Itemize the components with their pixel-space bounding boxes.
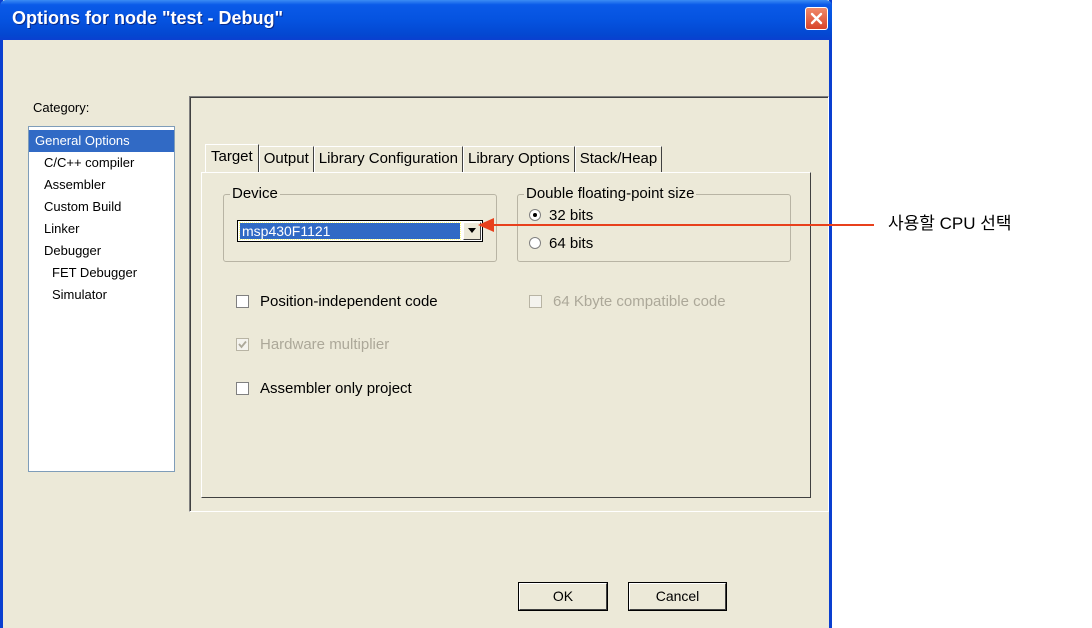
tab-target[interactable]: Target bbox=[205, 144, 259, 172]
category-item-assembler[interactable]: Assembler bbox=[29, 174, 174, 196]
checkbox-64k-compatible: 64 Kbyte compatible code bbox=[529, 291, 726, 311]
category-item-general-options[interactable]: General Options bbox=[29, 130, 174, 152]
checkbox-position-independent-label: Position-independent code bbox=[260, 292, 438, 310]
tab-output[interactable]: Output bbox=[258, 146, 314, 172]
category-item-fet-debugger[interactable]: FET Debugger bbox=[29, 262, 174, 284]
close-button[interactable] bbox=[805, 7, 828, 30]
checkbox-position-independent[interactable]: Position-independent code bbox=[236, 291, 438, 311]
checkbox-hardware-multiplier-box bbox=[236, 337, 249, 351]
close-icon bbox=[810, 12, 823, 25]
options-dialog: Options for node "test - Debug" Category… bbox=[0, 0, 832, 628]
checkbox-assembler-only[interactable]: Assembler only project bbox=[236, 378, 412, 398]
category-list[interactable]: General Options C/C++ compiler Assembler… bbox=[28, 126, 175, 472]
category-label: Category: bbox=[33, 100, 90, 115]
checkbox-hardware-multiplier-label: Hardware multiplier bbox=[260, 335, 390, 353]
ok-button[interactable]: OK bbox=[518, 582, 608, 611]
checkbox-assembler-only-box[interactable] bbox=[236, 381, 249, 395]
chevron-down-icon bbox=[468, 228, 476, 233]
checkbox-64k-compatible-box bbox=[529, 294, 542, 308]
radio-64-bits-indicator[interactable] bbox=[529, 237, 541, 249]
category-item-debugger[interactable]: Debugger bbox=[29, 240, 174, 262]
annotation-arrow bbox=[478, 218, 874, 232]
category-item-linker[interactable]: Linker bbox=[29, 218, 174, 240]
checkbox-position-independent-box[interactable] bbox=[236, 294, 249, 308]
title-bar[interactable]: Options for node "test - Debug" bbox=[0, 0, 832, 40]
annotation-label: 사용할 CPU 선택 bbox=[888, 214, 1012, 233]
tab-library-configuration[interactable]: Library Configuration bbox=[313, 146, 463, 172]
device-select-value: msp430F1121 bbox=[239, 222, 461, 240]
category-item-cpp-compiler[interactable]: C/C++ compiler bbox=[29, 152, 174, 174]
category-item-custom-build[interactable]: Custom Build bbox=[29, 196, 174, 218]
checkbox-assembler-only-label: Assembler only project bbox=[260, 379, 412, 397]
checkmark-icon bbox=[238, 340, 247, 348]
category-item-simulator[interactable]: Simulator bbox=[29, 284, 174, 306]
float-size-group-label: Double floating-point size bbox=[524, 185, 697, 202]
device-select[interactable]: msp430F1121 bbox=[237, 220, 483, 242]
tab-strip: Target Output Library Configuration Libr… bbox=[205, 144, 663, 172]
tab-library-options[interactable]: Library Options bbox=[462, 146, 575, 172]
tab-stack-heap[interactable]: Stack/Heap bbox=[574, 146, 663, 172]
device-group-label: Device bbox=[230, 185, 280, 202]
dialog-title: Options for node "test - Debug" bbox=[12, 8, 284, 28]
radio-64-bits-label: 64 bits bbox=[549, 234, 594, 252]
radio-64-bits[interactable]: 64 bits bbox=[529, 233, 593, 253]
checkbox-64k-compatible-label: 64 Kbyte compatible code bbox=[553, 292, 726, 310]
cancel-button[interactable]: Cancel bbox=[628, 582, 727, 611]
checkbox-hardware-multiplier: Hardware multiplier bbox=[236, 334, 389, 354]
